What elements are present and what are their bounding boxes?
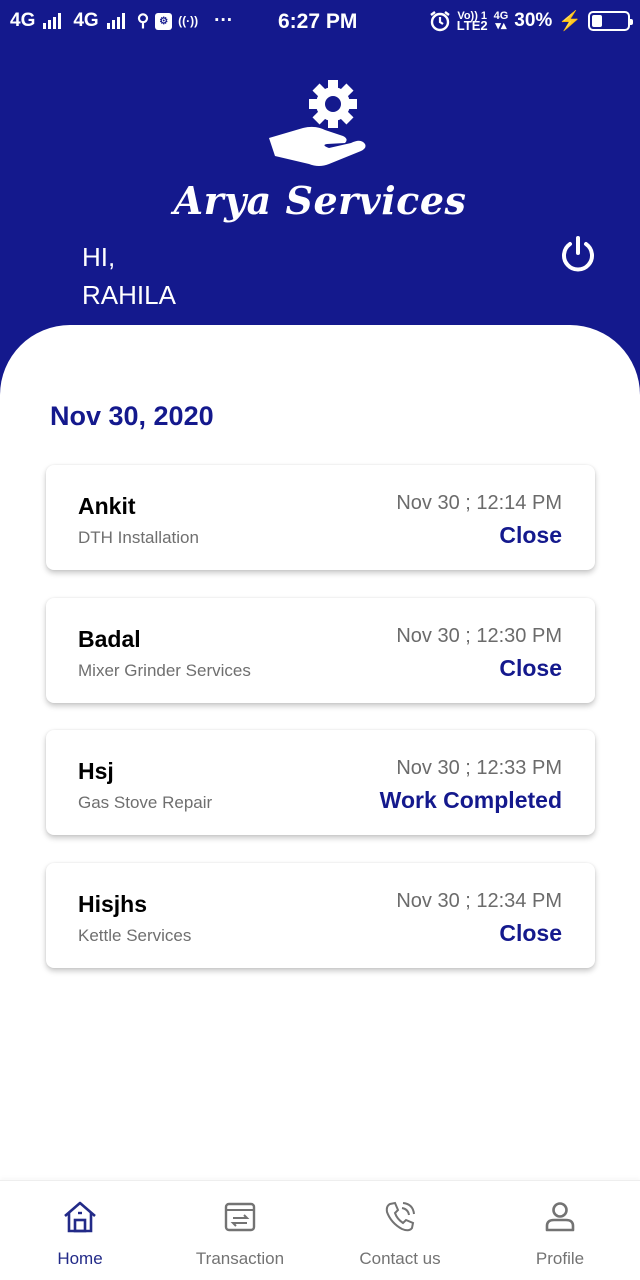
battery-percent: 30% [514, 10, 553, 31]
booking-datetime: Nov 30 ; 12:30 PM [396, 625, 562, 647]
greeting: HI, RAHILA [82, 238, 176, 314]
volte-indicator: Vo)) 1 LTE2 [456, 10, 488, 33]
charging-icon: ⚡ [558, 11, 582, 32]
booking-datetime: Nov 30 ; 12:14 PM [396, 492, 562, 514]
customer-name: Hisjhs [78, 891, 148, 917]
signal-icon [43, 13, 62, 29]
usb-debug-icon: ⚙ [155, 12, 173, 30]
booking-card[interactable]: Hisjhs Kettle Services Nov 30 ; 12:34 PM… [46, 863, 595, 968]
nav-label: Contact us [359, 1249, 441, 1268]
nav-item-transaction[interactable]: Transaction [160, 1181, 320, 1280]
customer-name: Ankit [78, 493, 136, 519]
brand-name: Arya Services [173, 178, 467, 223]
booking-card[interactable]: Badal Mixer Grinder Services Nov 30 ; 12… [46, 598, 595, 703]
clock: 6:27 PM [278, 10, 358, 33]
signal-icon [106, 13, 125, 29]
service-type: Mixer Grinder Services [78, 661, 251, 680]
nav-item-contact-us[interactable]: Contact us [320, 1181, 480, 1280]
user-name: RAHILA [82, 280, 176, 310]
bottom-nav: Home Transaction Contact us Profile [0, 1180, 640, 1280]
booking-datetime: Nov 30 ; 12:34 PM [396, 890, 562, 912]
service-type: Gas Stove Repair [78, 793, 213, 812]
booking-status: Close [499, 522, 562, 548]
customer-name: Hsj [78, 758, 114, 784]
brand-logo: Arya Services [0, 78, 640, 223]
nav-label: Profile [535, 1249, 585, 1268]
power-icon [562, 236, 594, 272]
service-type: DTH Installation [78, 528, 199, 547]
network-type-1: 4G [10, 10, 36, 31]
logout-button[interactable] [558, 234, 598, 274]
booking-status: Close [499, 655, 562, 681]
data-type-indicator: 4G ▾▴ [493, 10, 509, 32]
service-type: Kettle Services [78, 926, 192, 945]
booking-card[interactable]: Ankit DTH Installation Nov 30 ; 12:14 PM… [46, 465, 595, 570]
phone-call-icon [385, 1201, 415, 1232]
booking-datetime: Nov 30 ; 12:33 PM [396, 757, 562, 779]
hotspot-icon: ((·)) [178, 14, 199, 28]
content-panel: Nov 30, 2020 Ankit DTH Installation Nov … [0, 325, 640, 1180]
hand-gear-icon [269, 80, 366, 166]
nav-item-home[interactable]: Home [0, 1181, 160, 1280]
battery-icon [588, 11, 633, 31]
nav-label: Home [57, 1249, 103, 1268]
booking-status: Work Completed [379, 787, 562, 813]
status-bar: 4G 4G ⚲ ⚙ ((·)) ··· 6:27 PM Vo)) 1 LTE2 … [0, 0, 640, 44]
booking-card[interactable]: Hsj Gas Stove Repair Nov 30 ; 12:33 PM W… [46, 730, 595, 835]
usb-icon: ⚲ [136, 11, 150, 30]
greeting-text: HI, [82, 242, 116, 272]
booking-status: Close [499, 920, 562, 946]
more-notifications-icon: ··· [214, 10, 234, 31]
alarm-icon [430, 11, 450, 32]
customer-name: Badal [78, 626, 141, 652]
network-type-2: 4G [73, 10, 99, 31]
person-icon [545, 1202, 575, 1232]
nav-item-profile[interactable]: Profile [480, 1181, 640, 1280]
home-icon [64, 1201, 96, 1233]
transaction-icon [224, 1202, 256, 1232]
nav-label: Transaction [195, 1249, 285, 1268]
date-heading: Nov 30, 2020 [50, 401, 214, 431]
